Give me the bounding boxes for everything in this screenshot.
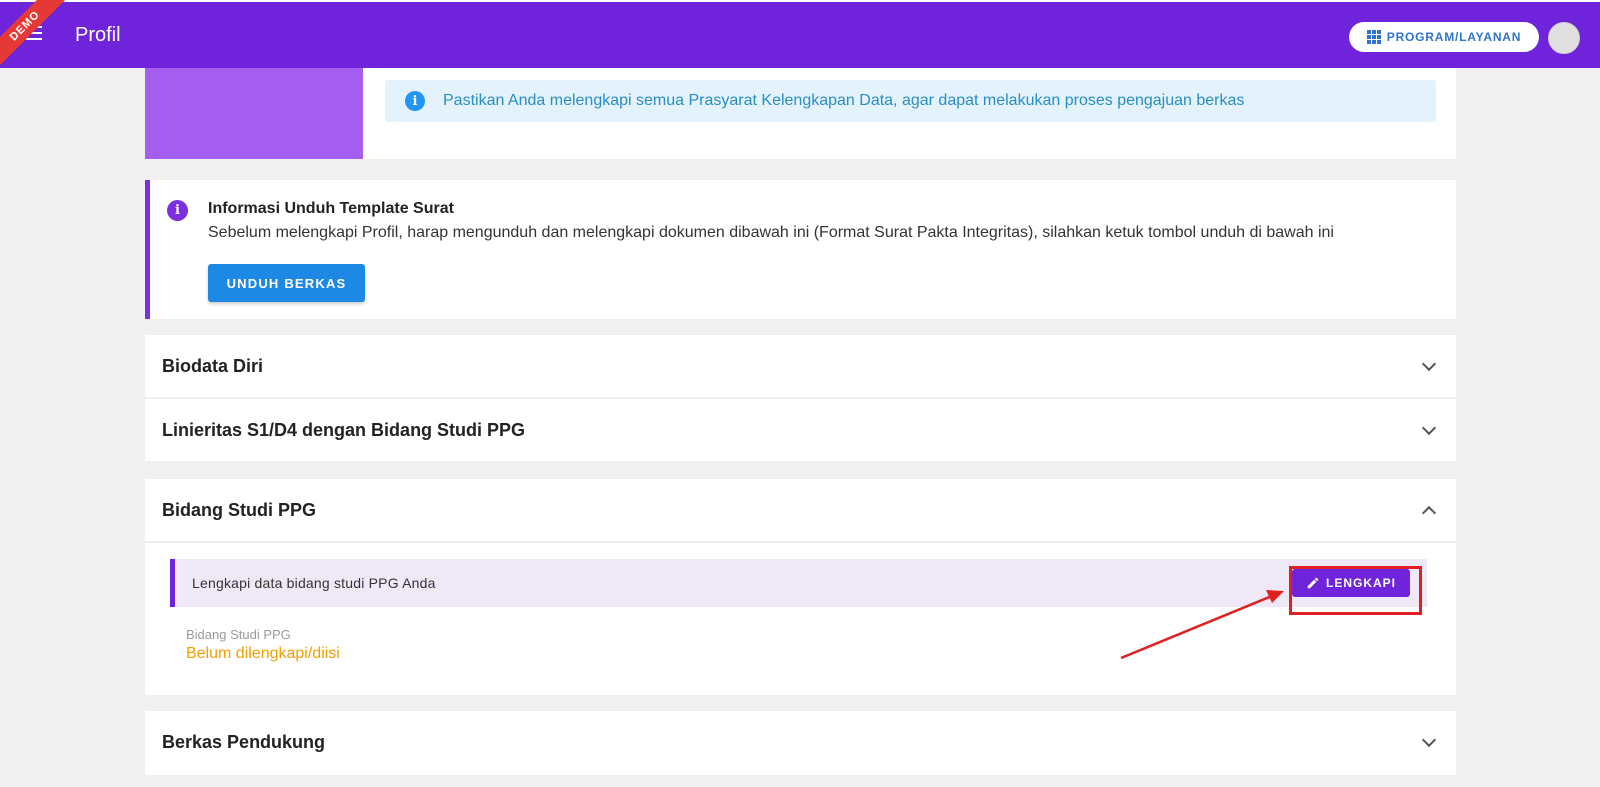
info-icon: i [405,91,425,111]
bidang-studi-field-label: Bidang Studi PPG [186,627,291,642]
program-layanan-button[interactable]: PROGRAM/LAYANAN [1349,22,1539,52]
panel-biodata-diri: Biodata Diri [145,335,1456,397]
lengkapi-notice: Lengkapi data bidang studi PPG Anda LENG… [170,559,1427,607]
profile-summary-card: i Pastikan Anda melengkapi semua Prasyar… [145,68,1456,159]
panel-bidang-studi-body: Lengkapi data bidang studi PPG Anda LENG… [145,541,1456,693]
panel-bidang-studi-title: Bidang Studi PPG [162,499,317,520]
panel-bidang-studi: Bidang Studi PPG Lengkapi data bidang st… [145,479,1456,695]
panel-linieritas: Linieritas S1/D4 dengan Bidang Studi PPG [145,399,1456,461]
panel-linieritas-title: Linieritas S1/D4 dengan Bidang Studi PPG [162,419,526,440]
info-alert-text: Pastikan Anda melengkapi semua Prasyarat… [443,92,1245,109]
panel-biodata-header[interactable]: Biodata Diri [145,335,1456,397]
lengkapi-notice-text: Lengkapi data bidang studi PPG Anda [192,575,436,591]
unduh-berkas-button[interactable]: UNDUH BERKAS [208,264,365,302]
chevron-down-icon [1421,356,1437,371]
bidang-studi-field-value: Belum dilengkapi/diisi [186,645,340,662]
info-alert: i Pastikan Anda melengkapi semua Prasyar… [385,80,1436,122]
panel-berkas-pendukung: Berkas Pendukung [145,711,1456,775]
panel-biodata-title: Biodata Diri [162,355,264,376]
panel-berkas-header[interactable]: Berkas Pendukung [145,711,1456,773]
page-title: Profil [75,24,121,46]
panel-berkas-title: Berkas Pendukung [162,731,326,752]
apps-grid-icon [1366,30,1381,44]
panel-bidang-studi-header[interactable]: Bidang Studi PPG [145,479,1456,541]
annotation-highlight-box [1289,566,1422,615]
avatar[interactable] [1548,22,1580,54]
chevron-up-icon [1421,505,1437,520]
program-layanan-label: PROGRAM/LAYANAN [1386,30,1522,44]
demo-badge: DEMO [0,0,71,72]
panel-linieritas-header[interactable]: Linieritas S1/D4 dengan Bidang Studi PPG [145,399,1456,461]
info-icon: i [167,200,188,221]
chevron-down-icon [1421,420,1437,435]
template-card-description: Sebelum melengkapi Profil, harap mengund… [208,224,1334,241]
profile-photo-area [145,68,363,159]
template-download-card: i Informasi Unduh Template Surat Sebelum… [145,180,1456,319]
demo-ribbon: DEMO [0,0,80,80]
top-app-bar: Profil PROGRAM/LAYANAN [0,0,1600,68]
chevron-down-icon [1421,732,1437,747]
template-card-title: Informasi Unduh Template Surat [208,200,454,217]
